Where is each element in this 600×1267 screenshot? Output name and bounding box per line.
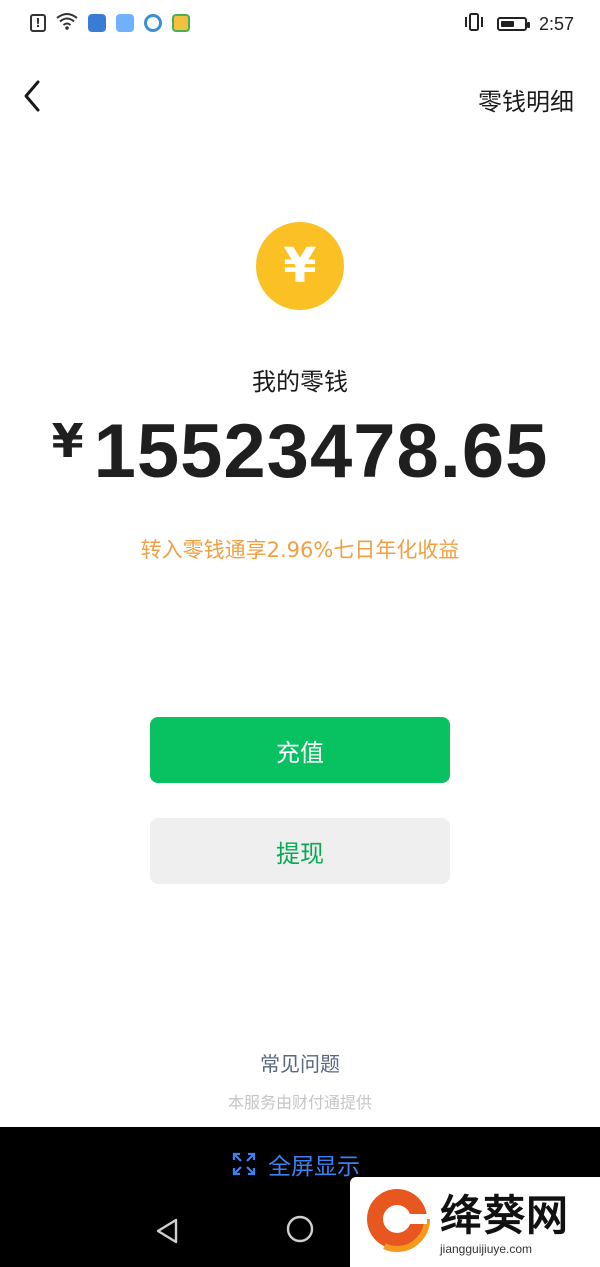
transaction-details-link[interactable]: 零钱明细 (478, 82, 574, 117)
alert-icon: ! (30, 14, 46, 32)
nav-back-button[interactable] (152, 1216, 182, 1246)
green-app-icon (172, 14, 190, 32)
yen-coin-icon: ¥ (256, 222, 344, 310)
circle-app-icon (144, 14, 162, 32)
expand-icon (232, 1152, 256, 1176)
balance-label: 我的零钱 (252, 368, 348, 396)
back-button[interactable] (20, 78, 48, 114)
balance-value: 15523478.65 (93, 409, 549, 494)
battery-icon (496, 17, 530, 31)
triangle-back-icon (156, 1218, 178, 1244)
nav-home-button[interactable] (285, 1214, 315, 1244)
provider-note: 本服务由财付通提供 (227, 1093, 372, 1112)
promo-link[interactable]: 转入零钱通享2.96%七日年化收益 (0, 534, 600, 564)
status-time: 2:57 (538, 13, 574, 34)
watermark-brand: 绛葵网 (440, 1191, 570, 1240)
faq-link[interactable]: 常见问题 (0, 1048, 600, 1077)
fullscreen-label: 全屏显示 (268, 1154, 360, 1180)
status-right-icons: 2:57 (463, 12, 574, 36)
watermark-url: jiangguijiuye.com (440, 1242, 533, 1256)
circle-home-icon (286, 1215, 314, 1243)
wifi-icon (56, 12, 78, 34)
watermark-logo-icon (362, 1184, 432, 1254)
sim-icon (88, 14, 106, 32)
app-icon (116, 14, 134, 32)
currency-symbol: ¥ (51, 414, 84, 468)
status-bar: ! 2:57 (0, 0, 600, 50)
withdraw-button[interactable]: 提现 (150, 818, 450, 884)
balance-amount: ¥15523478.65 (0, 408, 600, 495)
fullscreen-button[interactable]: 全屏显示 (232, 1147, 360, 1181)
recharge-button[interactable]: 充值 (150, 717, 450, 783)
chevron-left-icon (24, 80, 40, 112)
status-left-icons: ! (30, 12, 190, 34)
vibrate-icon (463, 12, 485, 36)
